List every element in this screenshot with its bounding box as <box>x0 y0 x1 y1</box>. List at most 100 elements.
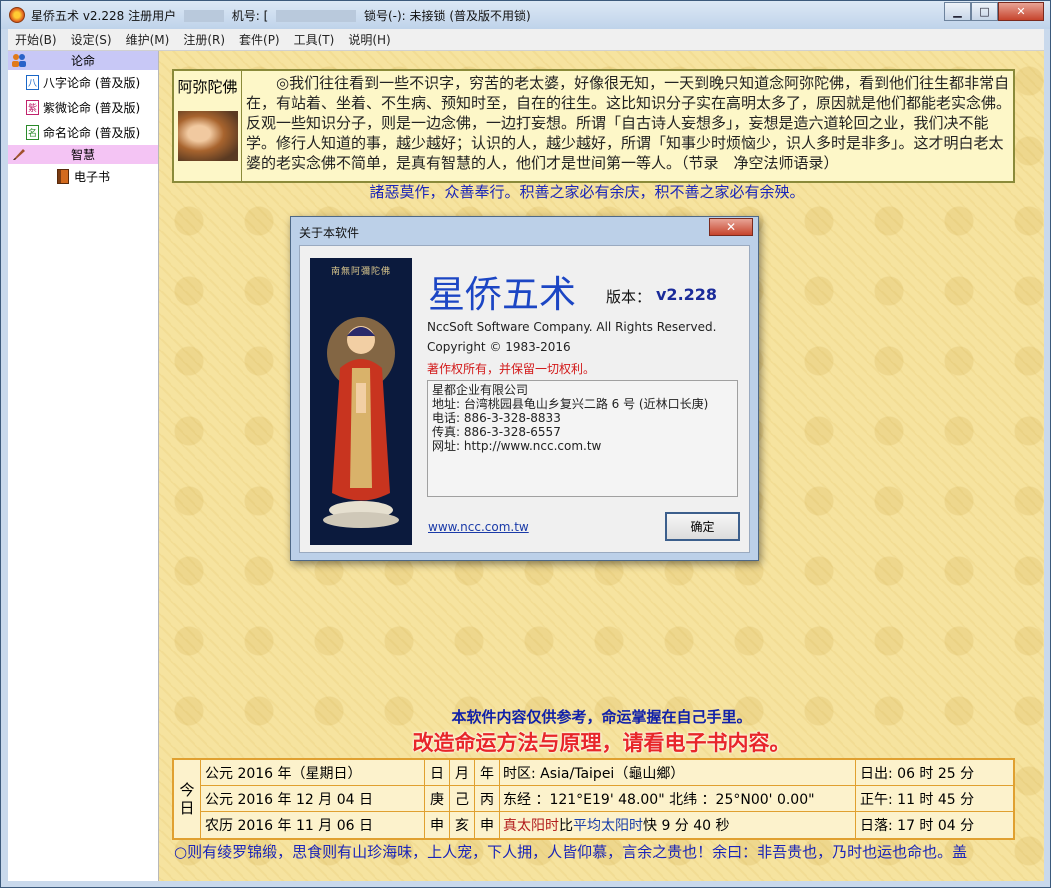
menu-suite[interactable]: 套件(P) <box>232 31 287 48</box>
menu-help[interactable]: 说明(H) <box>341 31 397 48</box>
date-table: 今 日 公元 2016 年（星期日） 日 月 年 时区: Asia/Taipei… <box>172 758 1015 840</box>
title-machine-label: 机号: [ <box>231 8 269 23</box>
redacted-user <box>183 10 224 22</box>
sidebar-section-wisdom[interactable]: 智慧 <box>8 145 158 164</box>
menu-tools[interactable]: 工具(T) <box>287 31 342 48</box>
menu-register[interactable]: 注册(R) <box>176 31 232 48</box>
date-cell: 公元 2016 年（星期日） <box>201 760 425 785</box>
copyright-line: Copyright © 1983-2016 <box>427 340 571 354</box>
app-name: 星侨五术 <box>428 273 576 316</box>
coordinates-cell: 东经 ：121°E19' 48.00" 北纬 ：25°N00' 0.00" <box>500 786 856 811</box>
buddha-image: 南無阿彌陀佛 <box>310 258 412 545</box>
book-icon <box>57 169 69 184</box>
sidebar-item-naming[interactable]: 名 命名论命 (普及版) <box>8 120 158 145</box>
gz-cell: 申 <box>475 812 500 838</box>
scrolling-text: ○则有绫罗锦缎，思食则有山珍海味，上人宠，下人拥，人皆仰慕，言余之贵也！余曰：非… <box>174 843 968 861</box>
noon-cell: 正午: 11 时 45 分 <box>860 791 975 808</box>
date-row-3: 农历 2016 年 11 月 06 日 申 亥 申 真太阳时 比 平均太阳时 快… <box>201 812 1013 838</box>
today-char-2: 日 <box>179 799 195 817</box>
gz-cell: 日 <box>425 760 450 785</box>
about-dialog: 关于本软件 ✕ 南無阿彌陀佛 星侨五术 版本： v2.228 NccSoft S… <box>290 216 759 561</box>
close-button[interactable]: ✕ <box>998 2 1044 21</box>
website-link[interactable]: www.ncc.com.tw <box>428 520 529 534</box>
notice-line-2: 改造命运方法与原理，请看电子书内容。 <box>412 731 791 755</box>
title-bar[interactable]: 星侨五术 v2.228 注册用户 机号: [ 锁号(-): 未接锁 (普及版不用… <box>1 1 1050 29</box>
rights-line: 著作权所有，并保留一切权利。 <box>427 362 596 376</box>
company-info-box[interactable]: 星都企业有限公司 地址: 台湾桃园县龟山乡复兴二路 6 号 (近林口长庚) 电话… <box>427 380 738 497</box>
main-window: 星侨五术 v2.228 注册用户 机号: [ 锁号(-): 未接锁 (普及版不用… <box>0 0 1051 888</box>
people-icon <box>12 54 26 67</box>
sidebar-item-label: 八字论命 (普及版) <box>43 76 141 90</box>
menu-bar: 开始(B) 设定(S) 维护(M) 注册(R) 套件(P) 工具(T) 说明(H… <box>8 29 1044 51</box>
solar-time-cell: 真太阳时 比 平均太阳时 快 9 分 40 秒 <box>500 812 856 838</box>
quote-text: ◎我们往往看到一些不识字，穷苦的老太婆，好像很无知，一天到晚只知道念阿弥陀佛，看… <box>246 74 1012 172</box>
title-lock: 锁号(-): 未接锁 (普及版不用锁) <box>363 8 531 23</box>
ok-button[interactable]: 确定 <box>665 512 740 541</box>
sidebar-item-label: 紫微论命 (普及版) <box>43 101 141 115</box>
dialog-title: 关于本软件 <box>299 226 360 240</box>
sidebar-item-bazi[interactable]: 八 八字论命 (普及版) <box>8 70 158 95</box>
notice-line-1: 本软件内容仅供参考，命运掌握在自己手里。 <box>451 708 752 726</box>
sidebar-item-label: 电子书 <box>74 170 111 184</box>
date-cell: 公元 2016 年 12 月 04 日 <box>201 786 425 811</box>
redacted-machine <box>276 10 357 22</box>
quote-name: 阿弥陀佛 <box>177 78 238 96</box>
gz-cell: 庚 <box>425 786 450 811</box>
date-row-1: 公元 2016 年（星期日） 日 月 年 时区: Asia/Taipei（龜山鄉… <box>201 760 1013 786</box>
date-cell: 农历 2016 年 11 月 06 日 <box>201 812 425 838</box>
gz-cell: 丙 <box>475 786 500 811</box>
maximize-button[interactable]: □ <box>971 2 998 21</box>
dialog-body: 南無阿彌陀佛 星侨五术 版本： v2.228 NccSoft Software … <box>299 245 750 553</box>
company-line: NccSoft Software Company. All Rights Res… <box>427 320 717 334</box>
sidebar-section-label: 智慧 <box>70 148 95 162</box>
today-char-1: 今 <box>179 781 195 799</box>
info-line: 网址: http://www.ncc.com.tw <box>432 439 602 453</box>
buddha-portrait <box>178 111 238 161</box>
motto: 諸惡莫作，众善奉行。积善之家必有余庆，积不善之家必有余殃。 <box>369 183 805 201</box>
buddha-figure-icon <box>323 317 399 528</box>
app-icon <box>9 7 25 23</box>
brush-icon <box>13 149 25 160</box>
today-label: 今 日 <box>174 760 201 838</box>
info-line: 星都企业有限公司 <box>432 383 529 397</box>
menu-maintain[interactable]: 维护(M) <box>119 31 177 48</box>
minimize-button[interactable]: ▁ <box>944 2 971 21</box>
sunrise-cell: 日出: 06 时 25 分 <box>860 765 975 782</box>
info-line: 电话: 886-3-328-8833 <box>432 411 561 425</box>
info-line: 传真: 886-3-328-6557 <box>432 425 561 439</box>
window-title: 星侨五术 v2.228 注册用户 机号: [ 锁号(-): 未接锁 (普及版不用… <box>31 7 531 24</box>
gz-cell: 年 <box>475 760 500 785</box>
window-controls: ▁ □ ✕ <box>944 2 1044 21</box>
dialog-close-button[interactable]: ✕ <box>709 218 753 236</box>
sidebar-section-label: 论命 <box>70 54 95 68</box>
gz-cell: 亥 <box>450 812 475 838</box>
buddha-caption: 南無阿彌陀佛 <box>330 267 391 277</box>
sidebar-item-label: 命名论命 (普及版) <box>43 126 141 140</box>
solar-compare-word: 比 <box>559 818 573 834</box>
info-line: 地址: 台湾桃园县龟山乡复兴二路 6 号 (近林口长庚) <box>432 397 709 411</box>
menu-start[interactable]: 开始(B) <box>8 31 64 48</box>
sidebar-item-ebook[interactable]: 电子书 <box>8 164 158 189</box>
dialog-title-bar[interactable]: 关于本软件 ✕ <box>291 217 758 244</box>
gz-cell: 己 <box>450 786 475 811</box>
sidebar-item-ziwei[interactable]: 紫 紫微论命 (普及版) <box>8 95 158 120</box>
sidebar-section-lunming[interactable]: 论命 <box>8 51 158 70</box>
version-value: v2.228 <box>656 285 718 304</box>
true-solar-time-label: 真太阳时 <box>503 818 559 834</box>
quote-side: 阿弥陀佛 <box>174 71 242 181</box>
menu-settings[interactable]: 设定(S) <box>64 31 119 48</box>
gz-cell: 申 <box>425 812 450 838</box>
version-label: 版本： <box>606 288 652 306</box>
bazi-icon: 八 <box>26 75 39 90</box>
sidebar: 论命 八 八字论命 (普及版) 紫 紫微论命 (普及版) 名 命名论命 (普及版… <box>8 51 159 881</box>
date-row-2: 公元 2016 年 12 月 04 日 庚 己 丙 东经 ：121°E19' 4… <box>201 786 1013 812</box>
title-user-label: 注册用户 <box>128 8 177 23</box>
timezone-cell: 时区: Asia/Taipei（龜山鄉） <box>500 760 856 785</box>
sunset-cell: 日落: 17 时 04 分 <box>860 818 975 834</box>
title-app: 星侨五术 v2.228 <box>31 8 125 23</box>
ziwei-icon: 紫 <box>26 100 39 115</box>
solar-diff: 快 9 分 40 秒 <box>643 818 730 834</box>
quote-box: 阿弥陀佛 ◎我们往往看到一些不识字，穷苦的老太婆，好像很无知，一天到晚只知道念阿… <box>172 69 1015 183</box>
mean-solar-time-label: 平均太阳时 <box>573 818 643 834</box>
naming-icon: 名 <box>26 125 39 140</box>
